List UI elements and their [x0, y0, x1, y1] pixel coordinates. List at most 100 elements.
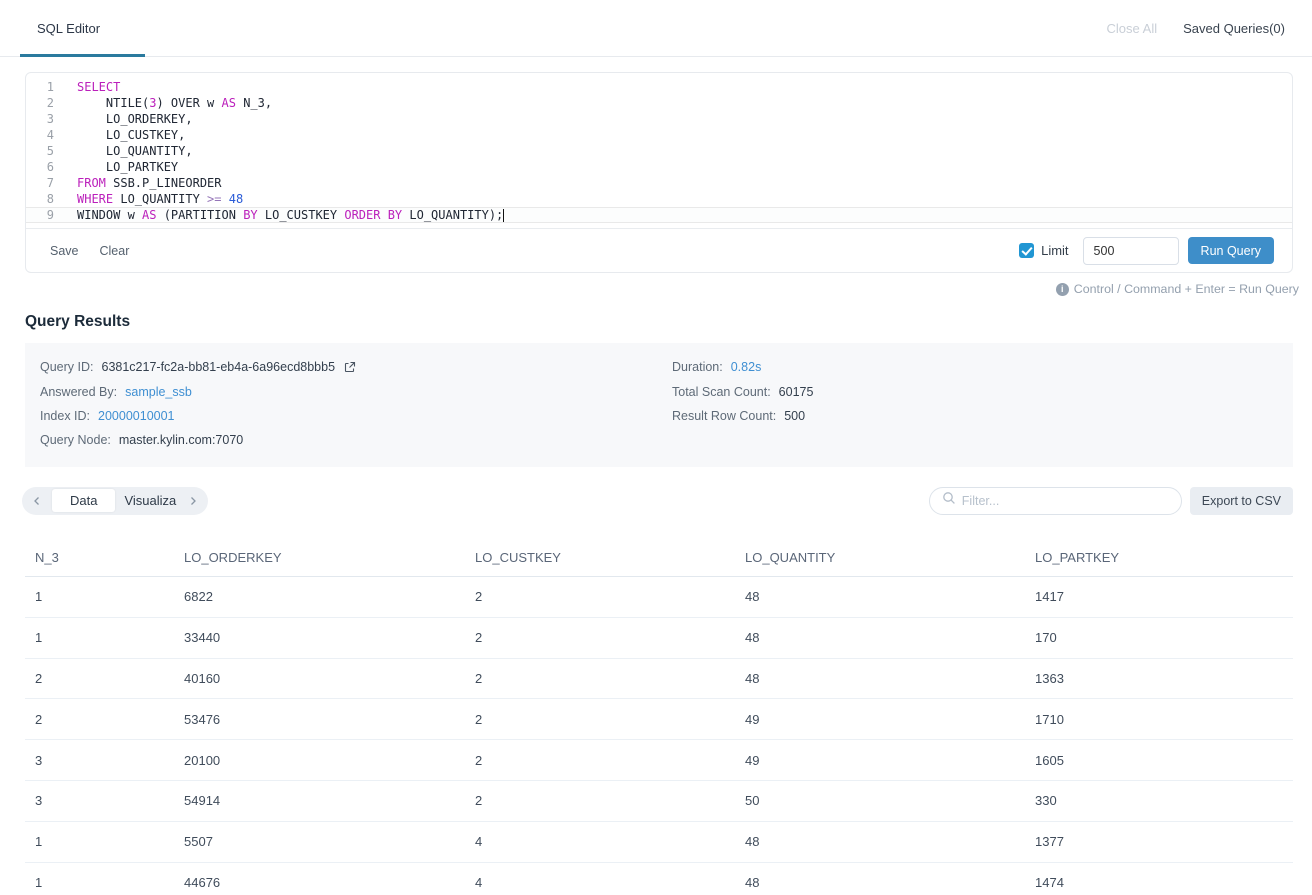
- table-cell: 40160: [174, 658, 465, 699]
- code-line: 9WINDOW w AS (PARTITION BY LO_CUSTKEY OR…: [26, 207, 1292, 223]
- code-text: LO_QUANTITY,: [63, 143, 193, 159]
- editor-footer: Save Clear Limit Run Query: [26, 228, 1292, 272]
- clear-button[interactable]: Clear: [100, 244, 130, 258]
- table-cell: 1710: [1025, 699, 1293, 740]
- close-all-button[interactable]: Close All: [1107, 21, 1158, 36]
- top-tab-bar: SQL Editor Close All Saved Queries(0): [0, 0, 1312, 57]
- code-text: SELECT: [63, 79, 120, 95]
- search-icon: [942, 491, 956, 510]
- chevron-left-icon[interactable]: [30, 496, 44, 506]
- line-number: 7: [26, 175, 63, 191]
- table-cell: 1: [25, 862, 174, 895]
- table-cell: 2: [465, 740, 735, 781]
- line-number: 8: [26, 191, 63, 207]
- column-header[interactable]: N_3: [25, 539, 174, 577]
- query-id-value: 6381c217-fc2a-bb81-eb4a-6a96ecd8bbb5: [102, 360, 336, 374]
- table-cell: 50: [735, 781, 1025, 822]
- index-id-label: Index ID:: [40, 409, 90, 423]
- table-cell: 20100: [174, 740, 465, 781]
- duration-label: Duration:: [672, 360, 723, 374]
- code-line: 6 LO_PARTKEY: [26, 159, 1292, 175]
- table-cell: 2: [465, 781, 735, 822]
- table-row: 155074481377: [25, 821, 1293, 862]
- query-info-left: Query ID: 6381c217-fc2a-bb81-eb4a-6a96ec…: [40, 355, 672, 453]
- table-cell: 53476: [174, 699, 465, 740]
- save-button[interactable]: Save: [50, 244, 79, 258]
- code-line: 8WHERE LO_QUANTITY >= 48: [26, 191, 1292, 207]
- answered-by-label: Answered By:: [40, 385, 117, 399]
- row-count-label: Result Row Count:: [672, 409, 776, 423]
- query-id-label: Query ID:: [40, 360, 94, 374]
- saved-queries-button[interactable]: Saved Queries(0): [1183, 21, 1285, 36]
- table-cell: 330: [1025, 781, 1293, 822]
- table-cell: 48: [735, 577, 1025, 618]
- code-line: 2 NTILE(3) OVER w AS N_3,: [26, 95, 1292, 111]
- scan-count-row: Total Scan Count: 60175: [672, 379, 1293, 403]
- run-query-button[interactable]: Run Query: [1188, 237, 1274, 264]
- limit-input[interactable]: [1083, 237, 1179, 265]
- row-count-row: Result Row Count: 500: [672, 404, 1293, 428]
- line-number: 1: [26, 79, 63, 95]
- table-cell: 48: [735, 658, 1025, 699]
- external-link-icon[interactable]: [344, 361, 356, 373]
- filter-input[interactable]: [962, 494, 1171, 508]
- sql-editor-card: 1SELECT2 NTILE(3) OVER w AS N_3,3 LO_ORD…: [25, 72, 1293, 273]
- code-line: 5 LO_QUANTITY,: [26, 143, 1292, 159]
- view-switcher: Data Visualiza: [22, 487, 208, 515]
- table-cell: 3: [25, 740, 174, 781]
- table-row: 2401602481363: [25, 658, 1293, 699]
- query-node-value: master.kylin.com:7070: [119, 433, 243, 447]
- table-cell: 2: [465, 658, 735, 699]
- table-body: 1682224814171334402481702401602481363253…: [25, 577, 1293, 895]
- column-header[interactable]: LO_CUSTKEY: [465, 539, 735, 577]
- chevron-right-icon[interactable]: [186, 496, 200, 506]
- tab-sql-editor[interactable]: SQL Editor: [20, 0, 145, 56]
- limit-checkbox[interactable]: [1019, 243, 1034, 258]
- table-cell: 2: [465, 577, 735, 618]
- table-cell: 3: [25, 781, 174, 822]
- table-cell: 4: [465, 862, 735, 895]
- line-number: 2: [26, 95, 63, 111]
- table-cell: 1363: [1025, 658, 1293, 699]
- column-header[interactable]: LO_ORDERKEY: [174, 539, 465, 577]
- table-cell: 48: [735, 617, 1025, 658]
- index-id-link[interactable]: 20000010001: [98, 409, 174, 423]
- text-cursor: [503, 209, 504, 222]
- code-line: 7FROM SSB.P_LINEORDER: [26, 175, 1292, 191]
- table-cell: 1377: [1025, 821, 1293, 862]
- answered-by-link[interactable]: sample_ssb: [125, 385, 192, 399]
- table-cell: 4: [465, 821, 735, 862]
- result-table: N_3LO_ORDERKEYLO_CUSTKEYLO_QUANTITYLO_PA…: [25, 539, 1293, 895]
- data-toolbar: Data Visualiza Export to CSV: [22, 487, 1293, 515]
- limit-label: Limit: [1041, 243, 1068, 258]
- table-cell: 1: [25, 577, 174, 618]
- query-info-right: Duration: 0.82s Total Scan Count: 60175 …: [672, 355, 1293, 453]
- table-cell: 49: [735, 740, 1025, 781]
- run-hint-row: i Control / Command + Enter = Run Query: [0, 282, 1299, 296]
- tab-visualization[interactable]: Visualiza: [124, 493, 182, 508]
- duration-value[interactable]: 0.82s: [731, 360, 762, 374]
- answered-by-row: Answered By: sample_ssb: [40, 379, 672, 403]
- export-to-csv-button[interactable]: Export to CSV: [1190, 487, 1293, 515]
- query-node-row: Query Node: master.kylin.com:7070: [40, 428, 672, 452]
- column-header[interactable]: LO_QUANTITY: [735, 539, 1025, 577]
- table-cell: 54914: [174, 781, 465, 822]
- code-text: LO_CUSTKEY,: [63, 127, 185, 143]
- table-row: 168222481417: [25, 577, 1293, 618]
- table-row: 1446764481474: [25, 862, 1293, 895]
- query-results-title: Query Results: [25, 313, 1312, 331]
- toolbar-right: Export to CSV: [929, 487, 1293, 515]
- filter-box: [929, 487, 1182, 515]
- code-lines[interactable]: 1SELECT2 NTILE(3) OVER w AS N_3,3 LO_ORD…: [26, 73, 1292, 228]
- table-cell: 5507: [174, 821, 465, 862]
- index-id-row: Index ID: 20000010001: [40, 404, 672, 428]
- tabbar-right-actions: Close All Saved Queries(0): [1107, 0, 1285, 56]
- table-cell: 48: [735, 821, 1025, 862]
- column-header[interactable]: LO_PARTKEY: [1025, 539, 1293, 577]
- query-node-label: Query Node:: [40, 433, 111, 447]
- code-line: 1SELECT: [26, 79, 1292, 95]
- table-row: 3201002491605: [25, 740, 1293, 781]
- code-text: LO_ORDERKEY,: [63, 111, 193, 127]
- line-number: 4: [26, 127, 63, 143]
- tab-data[interactable]: Data: [52, 489, 115, 512]
